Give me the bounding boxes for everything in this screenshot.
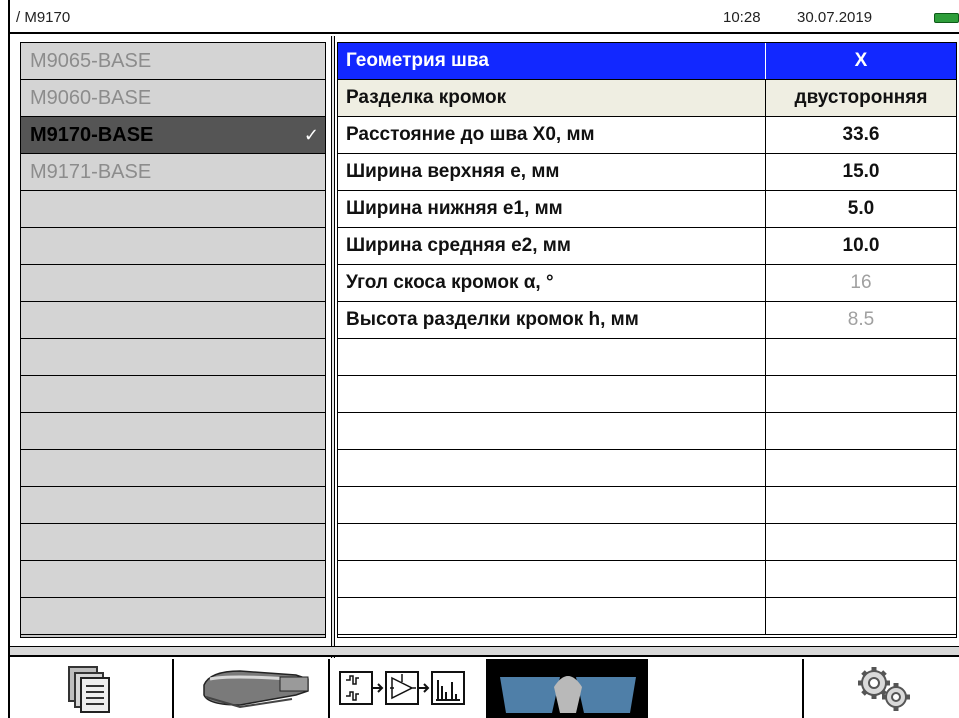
probe-item-empty[interactable] (21, 413, 325, 450)
param-name: Геометрия шва (346, 50, 489, 71)
param-value: 10.0 (765, 228, 956, 264)
param-value: 33.6 (765, 117, 956, 153)
toolbar-divider (10, 646, 959, 657)
table-row[interactable]: Угол скоса кромок α, ° 16 (338, 265, 956, 302)
panel-divider (331, 36, 335, 658)
probe-button[interactable] (174, 659, 328, 718)
table-row-empty (338, 561, 956, 598)
weld-geometry-button[interactable] (488, 659, 646, 718)
param-value: 5.0 (765, 191, 956, 227)
param-name: Разделка кромок (346, 87, 507, 108)
probe-item-empty[interactable] (21, 524, 325, 561)
table-row[interactable]: Высота разделки кромок h, мм 8.5 (338, 302, 956, 339)
table-row-empty (338, 339, 956, 376)
param-name: Высота разделки кромок h, мм (346, 309, 639, 330)
table-row[interactable]: Ширина нижняя e1, мм 5.0 (338, 191, 956, 228)
table-header-row[interactable]: Геометрия шва X (338, 43, 956, 80)
weld-geometry-icon (500, 676, 636, 713)
breadcrumb: / M9170 (16, 9, 71, 26)
bottom-toolbar (10, 659, 959, 718)
param-value: X (765, 43, 956, 79)
param-value: двусторонняя (765, 80, 956, 116)
date: 30.07.2019 (797, 9, 873, 26)
probe-item-empty[interactable] (21, 598, 325, 635)
signal-chain-icon (339, 671, 465, 705)
probe-item-label: M9170-BASE (30, 124, 154, 146)
probe-item-label: M9171-BASE (30, 161, 152, 183)
table-row[interactable]: Ширина верхняя e, мм 15.0 (338, 154, 956, 191)
probe-item-m9065[interactable]: M9065-BASE (21, 43, 325, 80)
probe-item-empty[interactable] (21, 228, 325, 265)
table-row-empty (338, 524, 956, 561)
param-name: Ширина верхняя e, мм (346, 161, 560, 182)
param-value: 15.0 (765, 154, 956, 190)
probe-icon (203, 670, 309, 709)
param-value: 8.5 (765, 302, 956, 338)
probe-item-empty[interactable] (21, 450, 325, 487)
settings-gears-icon (858, 667, 910, 711)
probe-list: M9065-BASE M9060-BASE M9170-BASE ✓ M9171… (20, 42, 326, 638)
probe-item-empty[interactable] (21, 487, 325, 524)
probe-item-m9170[interactable]: M9170-BASE ✓ (21, 117, 325, 154)
battery-icon (934, 13, 959, 23)
probe-item-m9060[interactable]: M9060-BASE (21, 80, 325, 117)
checkmark-icon: ✓ (303, 125, 319, 145)
empty-toolbar-slot (648, 659, 802, 718)
table-row[interactable]: Расстояние до шва X0, мм 33.6 (338, 117, 956, 154)
probe-item-empty[interactable] (21, 339, 325, 376)
param-name: Расстояние до шва X0, мм (346, 124, 595, 145)
probe-item-empty[interactable] (21, 265, 325, 302)
probe-item-m9171[interactable]: M9171-BASE (21, 154, 325, 191)
documents-icon (68, 666, 110, 713)
param-value: 16 (765, 265, 956, 301)
probe-item-label: M9065-BASE (30, 50, 152, 72)
param-name: Угол скоса кромок α, ° (346, 272, 554, 293)
table-row[interactable]: Разделка кромок двусторонняя (338, 80, 956, 117)
probe-item-label: M9060-BASE (30, 87, 152, 109)
table-row[interactable]: Ширина средняя e2, мм 10.0 (338, 228, 956, 265)
table-row-empty (338, 487, 956, 524)
table-row-empty (338, 376, 956, 413)
table-row-empty (338, 413, 956, 450)
table-row-empty (338, 450, 956, 487)
probe-item-empty[interactable] (21, 302, 325, 339)
settings-button[interactable] (804, 659, 959, 718)
weld-parameter-table: Геометрия шва X Разделка кромок двусторо… (337, 42, 957, 638)
probe-item-empty[interactable] (21, 376, 325, 413)
device-screen: / M9170 10:28 30.07.2019 M9065-BASE M906… (8, 0, 959, 718)
param-name: Ширина средняя e2, мм (346, 235, 571, 256)
status-bar: / M9170 10:28 30.07.2019 (10, 0, 959, 34)
param-name: Ширина нижняя e1, мм (346, 198, 563, 219)
signal-chain-button[interactable] (330, 659, 486, 718)
probe-item-empty[interactable] (21, 561, 325, 598)
probe-item-empty[interactable] (21, 191, 325, 228)
clock: 10:28 (723, 9, 761, 26)
documents-button[interactable] (10, 659, 172, 718)
table-row-empty (338, 598, 956, 635)
